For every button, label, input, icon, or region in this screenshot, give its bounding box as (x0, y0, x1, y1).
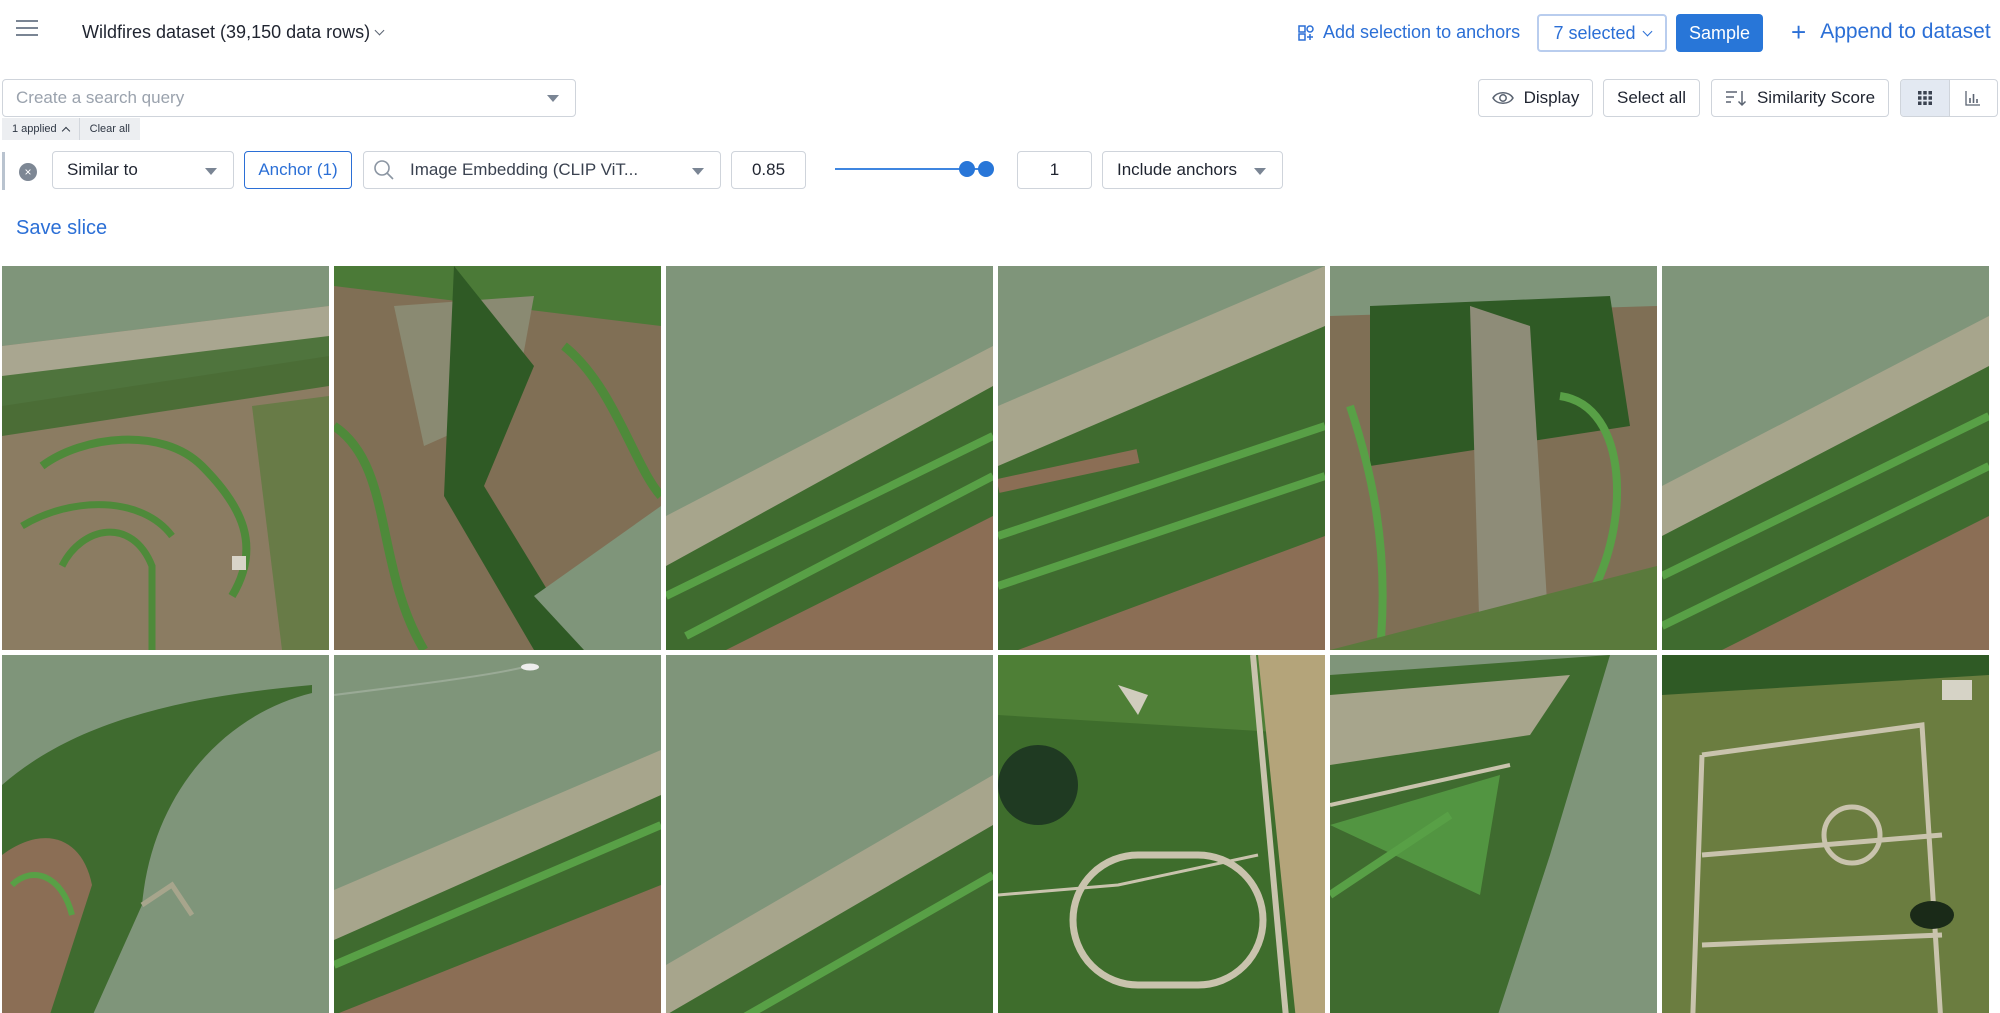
applied-filters-bar: 1 applied Clear all (2, 118, 141, 140)
caret-down-icon (205, 168, 217, 175)
aerial-image (998, 266, 1325, 650)
append-to-dataset-button[interactable]: + Append to dataset (1791, 17, 1991, 47)
selected-count: 7 selected (1553, 22, 1636, 43)
caret-down-icon (1254, 168, 1266, 175)
include-value: Include anchors (1117, 160, 1238, 179)
aerial-image (998, 655, 1325, 1013)
count-input[interactable]: 1 (1017, 151, 1092, 189)
image-tile[interactable] (2, 266, 329, 650)
view-mode-toggle (1900, 79, 1998, 117)
image-tile[interactable] (998, 655, 1325, 1013)
append-label: Append to dataset (1820, 20, 1991, 43)
embedding-value: Image Embedding (CLIP ViT... (410, 160, 639, 179)
display-button[interactable]: Display (1478, 79, 1593, 117)
aerial-image (334, 655, 661, 1013)
chevron-down-icon (1642, 26, 1652, 36)
dataset-selector[interactable]: Wildfires dataset (39,150 data rows) (82, 22, 385, 43)
save-slice-link[interactable]: Save slice (16, 217, 107, 240)
display-label: Display (1523, 88, 1580, 107)
image-tile[interactable] (1330, 266, 1657, 650)
image-tile[interactable] (2, 655, 329, 1013)
slider-handle-min[interactable] (959, 161, 975, 177)
operator-select[interactable]: Similar to (52, 151, 234, 189)
search-query-field[interactable] (2, 79, 576, 117)
filter-accent-bar (2, 152, 5, 190)
sort-descending-icon (1725, 91, 1746, 107)
menu-button[interactable] (16, 20, 42, 46)
include-anchors-select[interactable]: Include anchors (1102, 151, 1283, 189)
slider-handle-max[interactable] (978, 161, 994, 177)
image-tile[interactable] (1662, 266, 1989, 650)
caret-down-icon[interactable] (547, 95, 559, 102)
selection-dropdown[interactable]: 7 selected (1537, 14, 1667, 52)
image-tile[interactable] (334, 655, 661, 1013)
aerial-image (666, 655, 993, 1013)
applied-count-label: 1 applied (12, 123, 57, 135)
grid-icon (1917, 91, 1932, 105)
embedding-select[interactable]: Image Embedding (CLIP ViT... (363, 151, 721, 189)
bar-chart-icon (1965, 91, 1981, 106)
select-all-button[interactable]: Select all (1603, 79, 1700, 117)
image-tile[interactable] (334, 266, 661, 650)
applied-count-toggle[interactable]: 1 applied (2, 118, 79, 140)
clear-all-button[interactable]: Clear all (78, 118, 141, 140)
image-tile[interactable] (666, 266, 993, 650)
grid-view-button[interactable] (1901, 80, 1950, 116)
image-tile[interactable] (1330, 655, 1657, 1013)
chevron-up-icon (61, 126, 70, 135)
aerial-image (1662, 266, 1989, 650)
close-circle-icon[interactable]: × (19, 163, 37, 181)
image-tile[interactable] (998, 266, 1325, 650)
sample-button[interactable]: Sample (1676, 14, 1763, 52)
image-tile[interactable] (1662, 655, 1989, 1013)
add-selection-label: Add selection to anchors (1323, 22, 1521, 42)
sort-similarity-button[interactable]: Similarity Score (1711, 79, 1889, 117)
threshold-slider[interactable] (835, 161, 994, 177)
chevron-down-icon (374, 25, 385, 36)
dataset-title: Wildfires dataset (39,150 data rows) (82, 22, 371, 42)
chart-view-button[interactable] (1950, 80, 1998, 116)
image-tile[interactable] (666, 655, 993, 1013)
operator-value: Similar to (67, 160, 138, 179)
aerial-image (1662, 655, 1989, 1013)
aerial-image (1330, 266, 1657, 650)
caret-down-icon (692, 168, 704, 175)
anchor-button[interactable]: Anchor (1) (244, 151, 352, 189)
threshold-input[interactable]: 0.85 (731, 151, 806, 189)
add-selection-to-anchors-button[interactable]: Add selection to anchors (1297, 22, 1520, 43)
aerial-image (334, 266, 661, 650)
image-grid (2, 266, 1992, 1013)
aerial-image (2, 655, 329, 1013)
add-anchor-icon (1298, 24, 1314, 41)
magnifier-icon (374, 160, 394, 180)
search-input[interactable] (3, 80, 523, 116)
plus-icon: + (1791, 17, 1807, 47)
eye-icon (1491, 92, 1514, 104)
hamburger-icon (16, 20, 38, 22)
aerial-image (666, 266, 993, 650)
sort-label: Similarity Score (1756, 88, 1876, 107)
aerial-image (2, 266, 329, 650)
aerial-image (1330, 655, 1657, 1013)
